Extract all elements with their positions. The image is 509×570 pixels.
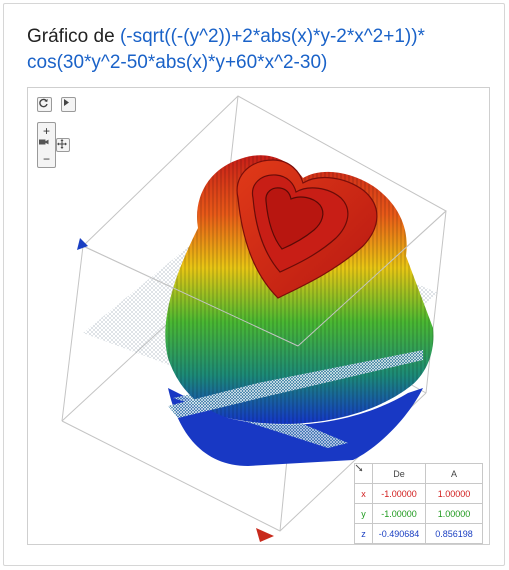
axis-label-z: z [354, 523, 373, 544]
x-axis-marker [256, 528, 274, 542]
title-prefix: Gráfico de [27, 26, 115, 47]
x-to-value[interactable]: 1.00000 [425, 483, 483, 504]
camera-icon[interactable] [39, 138, 54, 151]
arrow-diagonal-icon[interactable] [354, 463, 373, 484]
axis-label-x: x [354, 483, 373, 504]
refresh-icon[interactable] [37, 97, 52, 112]
graph-card: Gráfico de (-sqrt((-(y^2))+2*abs(x)*y-2*… [3, 3, 505, 566]
range-table: De A x -1.00000 1.00000 y -1.00000 1.000… [354, 463, 483, 544]
x-from-value[interactable]: -1.00000 [372, 483, 426, 504]
zoom-in-button[interactable]: + [39, 124, 54, 138]
move-icon[interactable] [56, 138, 70, 152]
y-from-value[interactable]: -1.00000 [372, 503, 426, 524]
z-to-value[interactable]: 0.856198 [425, 523, 483, 544]
header-from: De [372, 463, 426, 484]
z-from-value[interactable]: -0.490684 [372, 523, 426, 544]
zoom-out-button[interactable]: − [39, 152, 54, 166]
y-to-value[interactable]: 1.00000 [425, 503, 483, 524]
function-expression-line1[interactable]: (-sqrt((-(y^2))+2*abs(x)*y-2*x^2+1))* [120, 26, 425, 47]
play-icon[interactable] [61, 97, 76, 112]
axis-label-y: y [354, 503, 373, 524]
graph-title: Gráfico de (-sqrt((-(y^2))+2*abs(x)*y-2*… [27, 24, 497, 76]
function-expression-line2[interactable]: cos(30*y^2-50*abs(x)*y+60*x^2-30) [27, 52, 327, 73]
header-to: A [425, 463, 483, 484]
plot-3d-area[interactable]: + − De A x -1.00000 1.00000 y -1.00000 1… [27, 87, 490, 545]
zoom-toolbar: + − [37, 122, 56, 168]
